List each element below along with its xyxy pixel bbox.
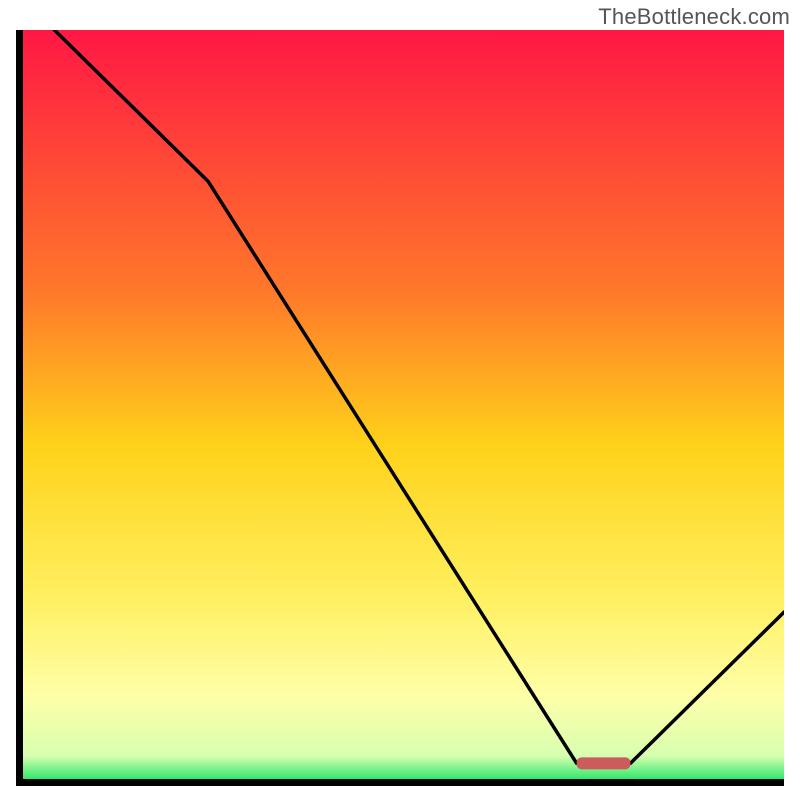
axes-border [16, 30, 784, 786]
chart-frame: TheBottleneck.com [0, 0, 800, 800]
watermark-text: TheBottleneck.com [598, 4, 790, 30]
